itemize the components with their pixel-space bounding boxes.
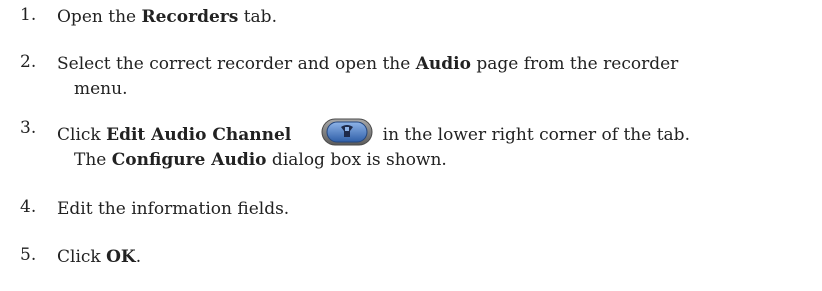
- step-text: Click Edit Audio Channel in the lower ri…: [57, 118, 797, 173]
- recorders-tab-label: Recorders: [141, 7, 239, 27]
- step-number: 1.: [20, 5, 37, 25]
- step-text: Edit the information fields.: [57, 199, 290, 219]
- step-number: 2.: [20, 52, 37, 72]
- edit-audio-channel-icon: [321, 118, 373, 146]
- audio-page-label: Audio: [415, 54, 471, 74]
- step-text: Click OK.: [57, 247, 142, 267]
- step-number: 3.: [20, 118, 37, 138]
- step-text: Open the Recorders tab.: [57, 7, 277, 27]
- step-number: 4.: [20, 197, 37, 217]
- edit-audio-channel-label: Edit Audio Channel: [106, 125, 292, 145]
- step-number: 5.: [20, 245, 37, 265]
- ok-button-label: OK: [106, 247, 136, 267]
- configure-audio-label: Configure Audio: [111, 150, 267, 170]
- step-text: Select the correct recorder and open the…: [57, 54, 679, 99]
